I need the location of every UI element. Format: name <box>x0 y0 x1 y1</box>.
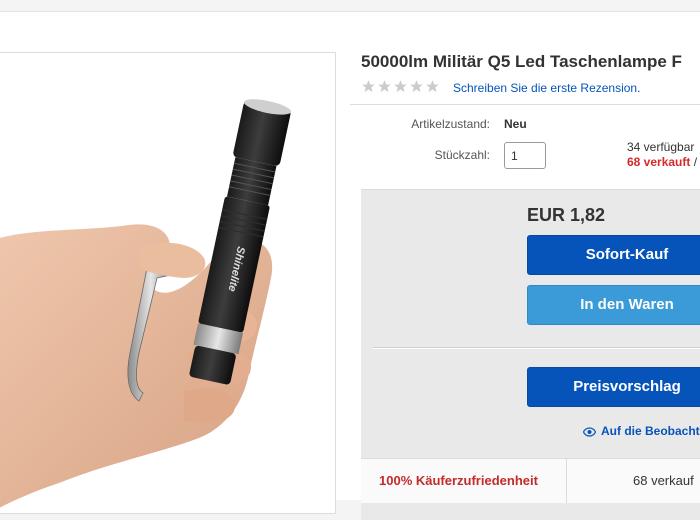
buy-now-button[interactable]: Sofort-Kauf <box>527 235 700 275</box>
star-icon <box>425 79 440 94</box>
add-to-cart-button[interactable]: In den Waren <box>527 285 700 325</box>
quantity-input[interactable] <box>504 142 546 169</box>
condition-value: Neu <box>504 117 527 131</box>
sold-count-link[interactable]: 68 verkauft <box>627 155 690 169</box>
star-icon <box>393 79 408 94</box>
divider <box>350 104 700 105</box>
top-strip <box>0 0 700 12</box>
watch-label: Auf die Beobacht <box>601 424 700 438</box>
star-icon <box>361 79 376 94</box>
divider <box>566 459 567 503</box>
condition-label: Artikelzustand: <box>411 117 490 131</box>
available-count: 34 verfügbar <box>627 140 695 154</box>
sold-count: 68 verkauf <box>633 473 694 488</box>
buyer-satisfaction: 100% Käuferzufriedenheit <box>379 473 538 488</box>
make-offer-button[interactable]: Preisvorschlag <box>527 367 700 407</box>
price: EUR 1,82 <box>527 205 606 225</box>
divider <box>373 347 700 349</box>
add-to-watchlist-link[interactable]: Auf die Beobacht <box>582 424 700 438</box>
star-rating[interactable] <box>361 78 441 96</box>
sold-suffix: / <box>690 155 698 169</box>
product-image[interactable]: Shinelite <box>0 52 336 514</box>
star-icon <box>377 79 392 94</box>
availability: 34 verfügbar 68 verkauft / <box>627 140 697 170</box>
quantity-label: Stückzahl: <box>434 148 490 162</box>
star-icon <box>409 79 424 94</box>
eye-icon <box>582 427 597 437</box>
write-review-link[interactable]: Schreiben Sie die erste Rezension. <box>453 81 640 95</box>
product-title: 50000lm Militär Q5 Led Taschenlampe F <box>361 52 682 71</box>
